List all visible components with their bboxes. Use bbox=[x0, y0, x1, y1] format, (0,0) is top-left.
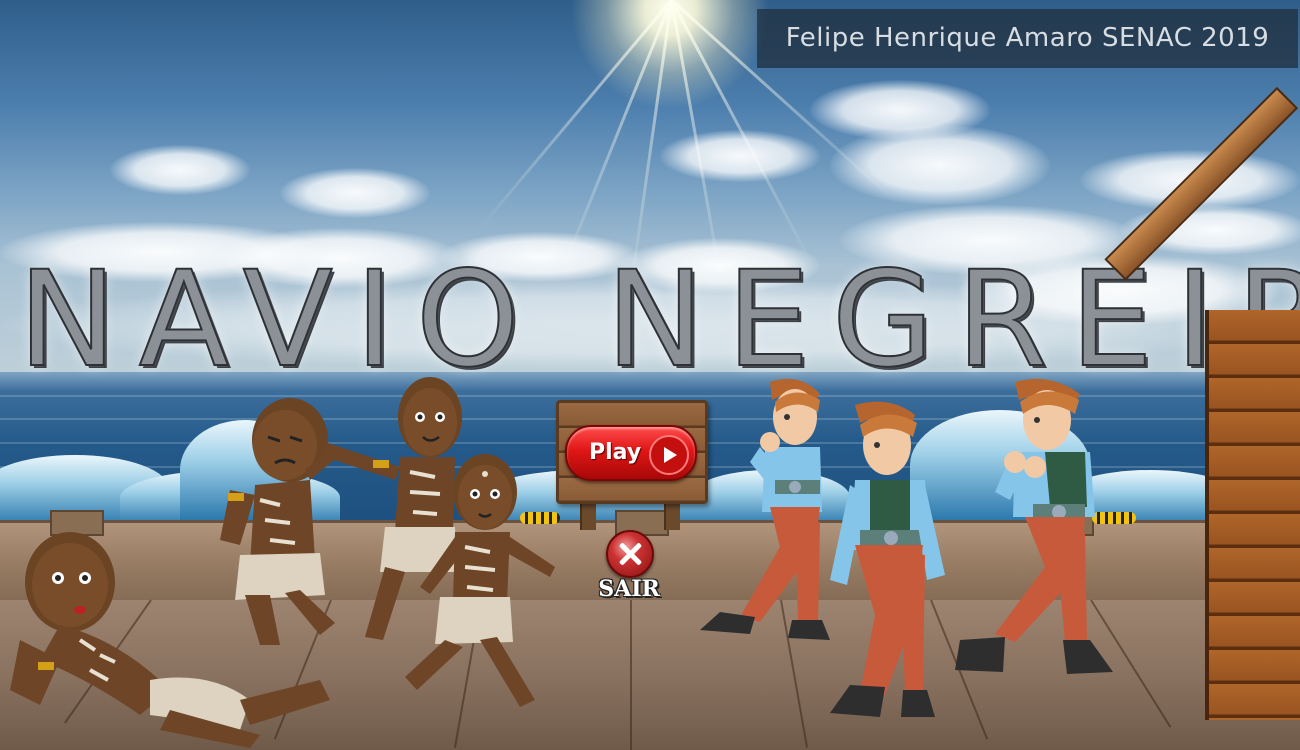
credit-banner: Felipe Henrique Amaro SENAC 2019 bbox=[757, 9, 1298, 68]
play-button-label: Play bbox=[589, 440, 642, 465]
close-x-icon bbox=[606, 530, 654, 578]
character-african-crying bbox=[220, 398, 340, 645]
character-african-walking bbox=[405, 454, 555, 707]
play-button[interactable]: Play bbox=[565, 425, 697, 481]
game-scene: NAVIO NEGREIRO Felipe Henrique Amaro SEN… bbox=[0, 0, 1300, 750]
cloud bbox=[660, 130, 820, 182]
cloud bbox=[830, 125, 1050, 205]
game-title: NAVIO NEGREIRO bbox=[17, 243, 1300, 397]
exit-button[interactable]: SAIR bbox=[592, 530, 666, 604]
deck-plank-line bbox=[630, 600, 632, 750]
exit-button-label: SAIR bbox=[598, 576, 660, 602]
ship-cabin bbox=[1205, 310, 1300, 720]
character-sailor-center bbox=[830, 401, 945, 717]
cloud bbox=[280, 168, 430, 218]
cloud bbox=[110, 145, 250, 195]
character-sailor-right bbox=[955, 378, 1113, 674]
